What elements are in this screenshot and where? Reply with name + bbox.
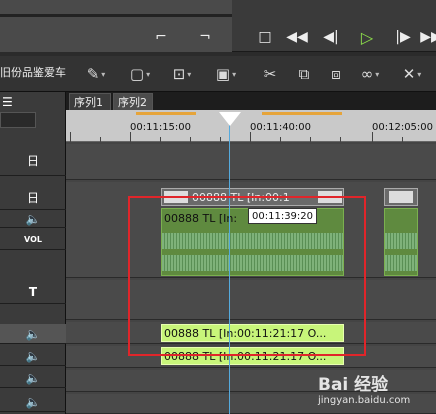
mark-in-icon[interactable]: ⌐ xyxy=(150,26,172,48)
folder-icon: ⊡ xyxy=(172,65,186,83)
stop-button[interactable]: □ xyxy=(254,26,276,48)
document-icon: ▢ xyxy=(129,65,145,83)
project-title: 旧份品鉴爱车 xyxy=(0,66,66,79)
tab-sequence-2[interactable]: 序列2 xyxy=(113,93,153,110)
chevron-down-icon: ▾ xyxy=(101,69,106,79)
track-head-title[interactable]: T xyxy=(0,280,66,304)
mark-out-icon[interactable]: ¬ xyxy=(194,26,216,48)
speaker-icon[interactable]: 🔈 xyxy=(0,392,66,412)
save-button[interactable]: ▣ ▾ xyxy=(214,62,238,86)
speaker-icon[interactable]: 🔈 xyxy=(0,210,66,228)
video-clip[interactable] xyxy=(384,188,418,206)
ruler-label: 00:11:15:00 xyxy=(130,122,192,133)
edit-tool-button[interactable]: ✎ ▾ xyxy=(84,62,108,86)
ruler-tick xyxy=(130,132,131,142)
speaker-icon[interactable]: 🔈 xyxy=(0,324,66,344)
watermark-logo: Bai 经验 xyxy=(318,375,389,395)
in-out-range xyxy=(262,112,342,115)
wand-icon: ✎ xyxy=(86,65,100,83)
waveform xyxy=(385,233,417,249)
copy-button[interactable]: ⧉ xyxy=(292,62,316,86)
chevron-down-icon: ▾ xyxy=(375,69,380,79)
track-head-vol[interactable]: VOL xyxy=(0,230,66,250)
cut-button[interactable]: ✂ xyxy=(258,62,282,86)
track-head-v1[interactable]: 日 xyxy=(0,146,66,176)
menu-icon[interactable]: ☰ xyxy=(2,95,13,109)
highlight-box xyxy=(128,196,366,356)
watermark-url: jingyan.baidu.com xyxy=(318,395,411,406)
open-button[interactable]: ⊡ ▾ xyxy=(170,62,194,86)
speaker-icon[interactable]: 🔈 xyxy=(0,346,66,366)
paste-button[interactable]: ⧈ xyxy=(324,62,348,86)
ruler-tick xyxy=(250,132,251,142)
ruler-label: 00:12:05:00 xyxy=(372,122,434,133)
tab-sequence-1[interactable]: 序列1 xyxy=(69,93,111,110)
ruler-tick xyxy=(372,132,373,142)
in-out-range xyxy=(136,112,196,115)
ruler-tick xyxy=(70,132,71,142)
track-lane-v1[interactable] xyxy=(66,144,436,180)
watermark: Bai 经验 jingyan.baidu.com xyxy=(318,370,428,410)
chevron-down-icon: ▾ xyxy=(232,69,237,79)
play-button[interactable]: ▷ xyxy=(356,26,378,48)
ruler-label: 00:11:40:00 xyxy=(250,122,312,133)
clip-thumbnail xyxy=(389,191,413,203)
rewind-button[interactable]: ◀◀ xyxy=(286,26,308,48)
copy-icon: ⧉ xyxy=(298,65,310,83)
chevron-down-icon: ▾ xyxy=(187,69,192,79)
save-icon: ▣ xyxy=(215,65,231,83)
panel-divider xyxy=(0,14,232,17)
waveform xyxy=(385,255,417,271)
delete-icon: ✕ xyxy=(402,65,416,83)
timecode-field[interactable] xyxy=(0,112,36,128)
tool-icon[interactable] xyxy=(42,112,64,128)
track-head-va[interactable]: 日 xyxy=(0,186,66,210)
speaker-icon[interactable]: 🔈 xyxy=(0,368,66,388)
chevron-down-icon: ▾ xyxy=(417,69,422,79)
audio-clip[interactable] xyxy=(384,208,418,276)
paste-icon: ⧈ xyxy=(331,65,341,83)
new-file-button[interactable]: ▢ ▾ xyxy=(128,62,152,86)
playhead-handle[interactable] xyxy=(219,112,241,126)
fast-forward-button[interactable]: ▶▶ xyxy=(420,26,436,48)
step-back-button[interactable]: ◀| xyxy=(320,26,342,48)
link-button[interactable]: ∞ ▾ xyxy=(358,62,382,86)
delete-button[interactable]: ✕ ▾ xyxy=(400,62,424,86)
scissors-icon: ✂ xyxy=(263,65,277,83)
step-forward-button[interactable]: |▶ xyxy=(392,26,414,48)
link-icon: ∞ xyxy=(360,65,374,83)
chevron-down-icon: ▾ xyxy=(146,69,151,79)
